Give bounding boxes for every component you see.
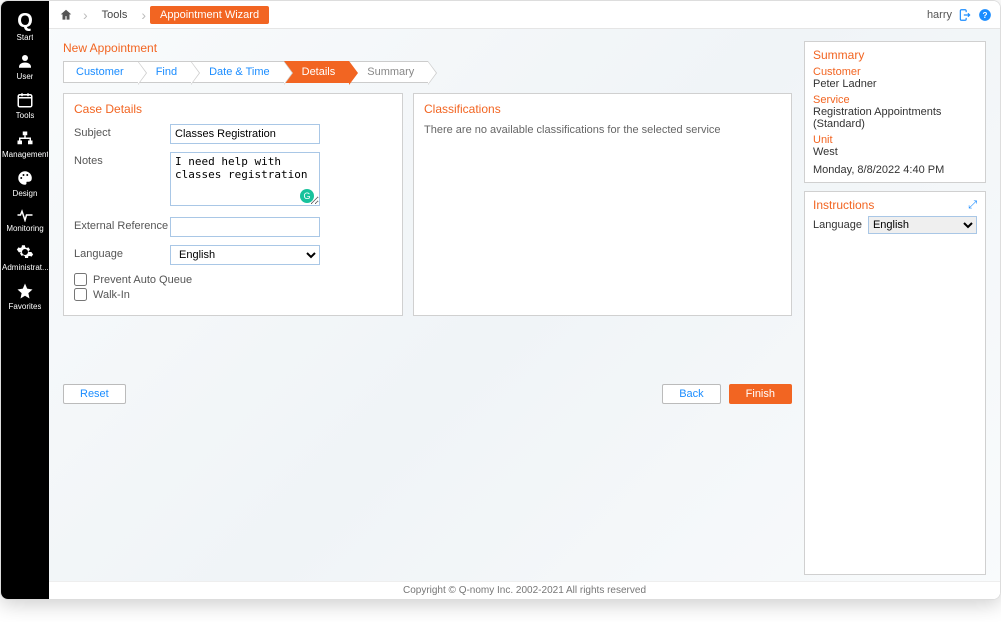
- rail-user-label: User: [17, 72, 34, 81]
- back-button[interactable]: Back: [662, 384, 720, 404]
- summary-unit-val: West: [813, 146, 977, 158]
- extref-input[interactable]: [170, 217, 320, 237]
- classifications-title: Classifications: [424, 102, 781, 116]
- calendar-icon: [16, 91, 34, 109]
- summary-customer-val: Peter Ladner: [813, 78, 977, 90]
- rail-monitoring[interactable]: Monitoring: [1, 202, 49, 237]
- topbar-right: harry ?: [927, 8, 992, 22]
- grammar-check-icon[interactable]: G: [300, 189, 314, 203]
- step-summary[interactable]: Summary: [349, 61, 428, 83]
- rail-design[interactable]: Design: [1, 163, 49, 202]
- page-title: New Appointment: [63, 41, 792, 55]
- rail-start[interactable]: Q Start: [1, 5, 49, 46]
- walkin-label: Walk-In: [93, 289, 130, 301]
- rail-management-label: Management: [2, 150, 48, 159]
- prevent-auto-queue-label: Prevent Auto Queue: [93, 274, 192, 286]
- rail-monitoring-label: Monitoring: [6, 224, 43, 233]
- rail-admin-label: Administrat...: [2, 263, 48, 272]
- summary-customer-key: Customer: [813, 66, 977, 78]
- actions-row: Reset Back Finish: [63, 384, 792, 404]
- step-details[interactable]: Details: [284, 61, 350, 83]
- main-area: › Tools › Appointment Wizard harry ? New…: [49, 1, 1000, 599]
- breadcrumb-tools[interactable]: Tools: [92, 6, 138, 24]
- panels: Case Details Subject Notes I need: [63, 93, 792, 316]
- logout-icon[interactable]: [958, 8, 972, 22]
- rail-tools[interactable]: Tools: [1, 85, 49, 124]
- subject-label: Subject: [74, 124, 170, 139]
- expand-icon[interactable]: ⤢: [968, 199, 977, 212]
- notes-textarea[interactable]: I need help with classes registration: [170, 152, 320, 206]
- pulse-icon: [16, 208, 34, 222]
- classifications-panel: Classifications There are no available c…: [413, 93, 792, 316]
- rail-start-label: Start: [17, 33, 34, 42]
- instructions-language-label: Language: [813, 219, 862, 231]
- rail-tools-label: Tools: [16, 111, 35, 120]
- summary-unit-key: Unit: [813, 134, 977, 146]
- breadcrumb-wizard[interactable]: Appointment Wizard: [150, 6, 269, 24]
- star-icon: [16, 282, 34, 300]
- case-details-panel: Case Details Subject Notes I need: [63, 93, 403, 316]
- step-customer[interactable]: Customer: [63, 61, 138, 83]
- breadcrumb-sep: ›: [141, 7, 146, 23]
- content: New Appointment Customer Find Date & Tim…: [49, 29, 1000, 581]
- summary-datetime: Monday, 8/8/2022 4:40 PM: [813, 164, 977, 176]
- topbar: › Tools › Appointment Wizard harry ?: [49, 1, 1000, 29]
- summary-service-val: Registration Appointments (Standard): [813, 106, 977, 130]
- rail-user[interactable]: User: [1, 46, 49, 85]
- user-icon: [16, 52, 34, 70]
- summary-panel: Summary Customer Peter Ladner Service Re…: [804, 41, 986, 183]
- reset-button[interactable]: Reset: [63, 384, 126, 404]
- home-icon[interactable]: [57, 6, 75, 24]
- language-select[interactable]: English: [170, 245, 320, 265]
- gear-icon: [16, 243, 34, 261]
- help-icon[interactable]: ?: [978, 8, 992, 22]
- language-label: Language: [74, 245, 170, 260]
- finish-button[interactable]: Finish: [729, 384, 792, 404]
- current-user: harry: [927, 9, 952, 21]
- rail-design-label: Design: [13, 189, 38, 198]
- svg-text:?: ?: [983, 10, 988, 19]
- summary-service-key: Service: [813, 94, 977, 106]
- notes-label: Notes: [74, 152, 170, 167]
- col-main: New Appointment Customer Find Date & Tim…: [63, 41, 792, 575]
- sitemap-icon: [16, 130, 34, 148]
- walkin-checkbox[interactable]: [74, 288, 87, 301]
- left-rail: Q Start User Tools Management Design: [1, 1, 49, 599]
- col-side: Summary Customer Peter Ladner Service Re…: [804, 41, 986, 575]
- classifications-empty: There are no available classifications f…: [424, 124, 781, 136]
- case-details-title: Case Details: [74, 102, 392, 116]
- instructions-language-select[interactable]: English: [868, 216, 977, 234]
- instructions-panel: Instructions ⤢ Language English: [804, 191, 986, 575]
- rail-management[interactable]: Management: [1, 124, 49, 163]
- extref-label: External Reference: [74, 217, 170, 232]
- step-datetime[interactable]: Date & Time: [191, 61, 284, 83]
- instructions-title: Instructions: [813, 198, 874, 212]
- footer-copyright: Copyright © Q-nomy Inc. 2002-2021 All ri…: [49, 581, 1000, 599]
- rail-favorites[interactable]: Favorites: [1, 276, 49, 315]
- summary-title: Summary: [813, 48, 977, 62]
- rail-favorites-label: Favorites: [9, 302, 42, 311]
- palette-icon: [16, 169, 34, 187]
- q-logo-icon: Q: [17, 11, 33, 31]
- breadcrumb-sep: ›: [83, 7, 88, 23]
- wizard-steps: Customer Find Date & Time Details Summar…: [63, 61, 792, 83]
- app-window: Q Start User Tools Management Design: [0, 0, 1001, 600]
- subject-input[interactable]: [170, 124, 320, 144]
- prevent-auto-queue-checkbox[interactable]: [74, 273, 87, 286]
- rail-admin[interactable]: Administrat...: [1, 237, 49, 276]
